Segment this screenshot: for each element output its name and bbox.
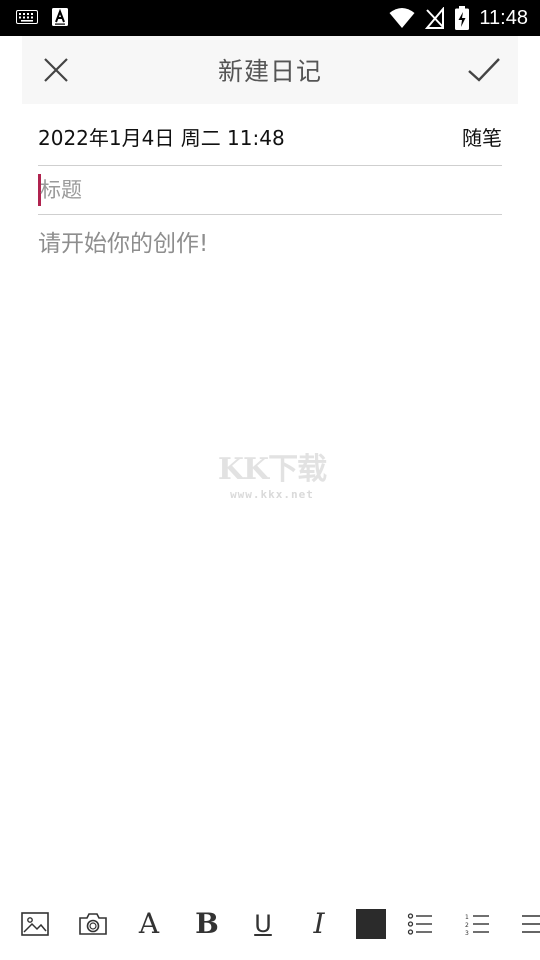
status-bar: 11:48 (0, 0, 540, 36)
watermark-url: www.kkx.net (230, 488, 314, 501)
bullet-list-icon (407, 913, 432, 935)
divider (38, 165, 502, 166)
wifi-icon (389, 8, 415, 28)
camera-button[interactable] (77, 904, 109, 944)
camera-icon (79, 913, 107, 935)
text-color-swatch (356, 909, 386, 939)
text-a-icon (52, 8, 68, 26)
no-sim-icon (425, 7, 445, 29)
image-button[interactable] (20, 904, 50, 944)
watermark-logo: KK下载 (217, 452, 327, 487)
watermark: KK下载 www.kkx.net (212, 452, 332, 502)
format-toolbar: A B U I 123 (0, 892, 540, 960)
divider (38, 214, 502, 215)
clock: 11:48 (479, 7, 528, 29)
text-color-button[interactable] (355, 904, 387, 944)
svg-text:1: 1 (465, 914, 469, 921)
font-icon: A (138, 907, 160, 940)
category-selector[interactable]: 随笔 (462, 122, 502, 151)
bold-button[interactable]: B (192, 904, 222, 944)
svg-text:3: 3 (465, 930, 469, 936)
numbered-list-icon: 123 (465, 914, 489, 936)
numbered-list-button[interactable]: 123 (463, 904, 491, 944)
top-app-bar: 新建日记 (22, 36, 518, 104)
svg-text:2: 2 (465, 922, 469, 929)
image-icon (21, 912, 49, 936)
entry-meta-row: 2022年1月4日 周二 11:48 随笔 (38, 116, 502, 156)
align-icon (522, 915, 540, 933)
entry-date[interactable]: 2022年1月4日 周二 11:48 (38, 122, 285, 151)
italic-icon: I (313, 907, 325, 940)
title-field (38, 168, 502, 212)
body-input[interactable] (38, 226, 502, 866)
underline-icon: U (254, 910, 272, 938)
underline-button[interactable]: U (248, 904, 278, 944)
bullet-list-button[interactable] (406, 904, 434, 944)
italic-button[interactable]: I (306, 904, 332, 944)
check-icon[interactable] (466, 52, 502, 88)
battery-charging-icon (455, 6, 470, 30)
align-button[interactable] (518, 904, 540, 944)
page-title: 新建日记 (217, 57, 322, 86)
keyboard-icon (16, 10, 38, 24)
title-input[interactable] (40, 172, 500, 208)
font-button[interactable]: A (134, 904, 164, 944)
bold-icon: B (195, 907, 219, 940)
